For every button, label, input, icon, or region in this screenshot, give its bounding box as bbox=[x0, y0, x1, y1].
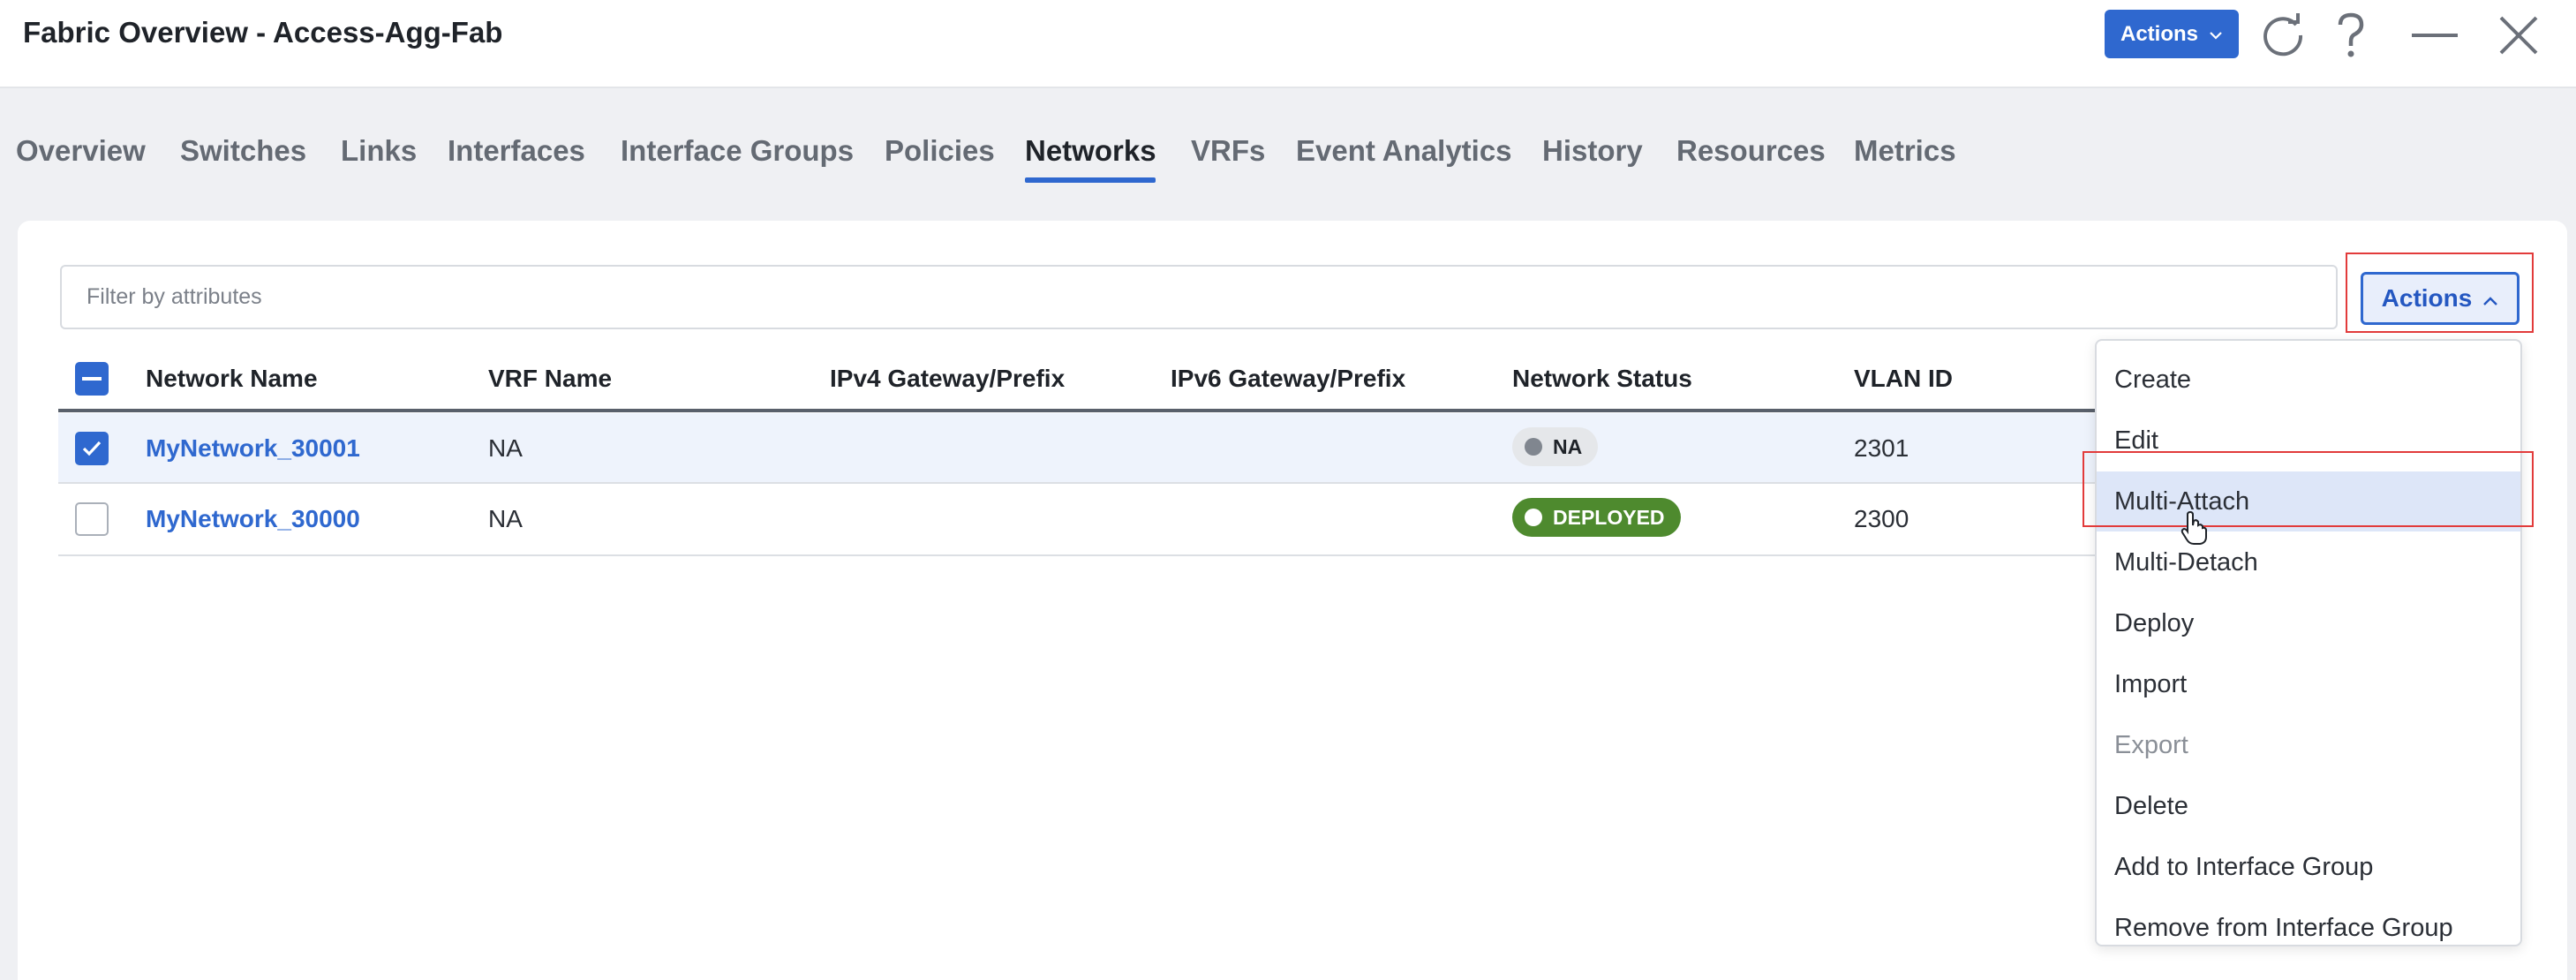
menu-item-multi-detach[interactable]: Multi-Detach bbox=[2097, 532, 2520, 592]
col-network-status[interactable]: Network Status bbox=[1512, 365, 1692, 393]
tab-policies[interactable]: Policies bbox=[885, 134, 995, 168]
network-name-link[interactable]: MyNetwork_30001 bbox=[146, 434, 360, 463]
network-name-link[interactable]: MyNetwork_30000 bbox=[146, 505, 360, 533]
check-icon bbox=[82, 441, 102, 456]
filter-input[interactable] bbox=[60, 265, 2338, 329]
menu-item-remove-from-interface-group[interactable]: Remove from Interface Group bbox=[2097, 898, 2520, 958]
actions-button[interactable]: Actions bbox=[2361, 272, 2520, 325]
vrf-name-cell: NA bbox=[488, 434, 523, 462]
menu-item-create[interactable]: Create bbox=[2097, 350, 2520, 410]
active-tab-indicator bbox=[1025, 177, 1156, 183]
page-title: Fabric Overview - Access-Agg-Fab bbox=[23, 16, 503, 49]
minimize-icon[interactable] bbox=[2408, 9, 2461, 62]
status-badge: NA bbox=[1512, 427, 1599, 466]
window-header: Fabric Overview - Access-Agg-Fab Actions bbox=[0, 0, 2576, 88]
menu-item-import[interactable]: Import bbox=[2097, 654, 2520, 714]
menu-item-add-to-interface-group[interactable]: Add to Interface Group bbox=[2097, 837, 2520, 897]
tab-metrics[interactable]: Metrics bbox=[1854, 134, 1956, 168]
help-icon[interactable] bbox=[2324, 9, 2377, 62]
tab-links[interactable]: Links bbox=[341, 134, 417, 168]
tab-vrfs[interactable]: VRFs bbox=[1191, 134, 1265, 168]
vlan-id-cell: 2301 bbox=[1854, 434, 1909, 462]
tab-history[interactable]: History bbox=[1542, 134, 1643, 168]
status-badge: DEPLOYED bbox=[1512, 498, 1681, 537]
menu-item-delete[interactable]: Delete bbox=[2097, 776, 2520, 836]
tab-interface-groups[interactable]: Interface Groups bbox=[621, 134, 854, 168]
col-vlan-id[interactable]: VLAN ID bbox=[1854, 365, 1953, 393]
chevron-down-icon bbox=[2209, 22, 2223, 47]
actions-button-label: Actions bbox=[2381, 284, 2473, 312]
close-icon[interactable] bbox=[2492, 9, 2545, 62]
tab-event-analytics[interactable]: Event Analytics bbox=[1296, 134, 1512, 168]
status-badge-label: NA bbox=[1553, 434, 1583, 458]
header-actions-button[interactable]: Actions bbox=[2105, 10, 2239, 58]
refresh-icon[interactable] bbox=[2257, 9, 2310, 62]
table-row[interactable] bbox=[58, 486, 2106, 556]
chevron-up-icon bbox=[2482, 284, 2498, 313]
table-header-divider bbox=[58, 409, 2106, 412]
tab-overview[interactable]: Overview bbox=[16, 134, 146, 168]
status-badge-label: DEPLOYED bbox=[1553, 505, 1665, 529]
header-actions-label: Actions bbox=[2120, 21, 2198, 46]
tab-resources[interactable]: Resources bbox=[1676, 134, 1826, 168]
select-all-checkbox[interactable] bbox=[75, 362, 109, 396]
menu-item-edit[interactable]: Edit bbox=[2097, 411, 2520, 471]
tab-switches[interactable]: Switches bbox=[180, 134, 306, 168]
menu-item-export: Export bbox=[2114, 731, 2188, 759]
col-ipv4-gateway[interactable]: IPv4 Gateway/Prefix bbox=[830, 365, 1065, 393]
col-vrf-name[interactable]: VRF Name bbox=[488, 365, 612, 393]
col-ipv6-gateway[interactable]: IPv6 Gateway/Prefix bbox=[1171, 365, 1405, 393]
tab-networks[interactable]: Networks bbox=[1025, 134, 1156, 168]
vlan-id-cell: 2300 bbox=[1854, 505, 1909, 532]
indeterminate-icon bbox=[82, 377, 102, 381]
vrf-name-cell: NA bbox=[488, 505, 523, 532]
table-row[interactable] bbox=[58, 413, 2106, 484]
col-network-name[interactable]: Network Name bbox=[146, 365, 318, 393]
row-checkbox[interactable] bbox=[75, 432, 109, 465]
status-dot-icon bbox=[1525, 509, 1542, 526]
status-dot-icon bbox=[1525, 438, 1542, 456]
tab-bar: Overview Switches Links Interfaces Inter… bbox=[0, 124, 2576, 187]
menu-item-multi-attach[interactable]: Multi-Attach bbox=[2097, 471, 2520, 531]
menu-item-deploy[interactable]: Deploy bbox=[2097, 593, 2520, 653]
actions-menu: Create Edit Multi-Attach Multi-Detach De… bbox=[2095, 339, 2522, 946]
tab-interfaces[interactable]: Interfaces bbox=[448, 134, 585, 168]
row-checkbox[interactable] bbox=[75, 502, 109, 536]
